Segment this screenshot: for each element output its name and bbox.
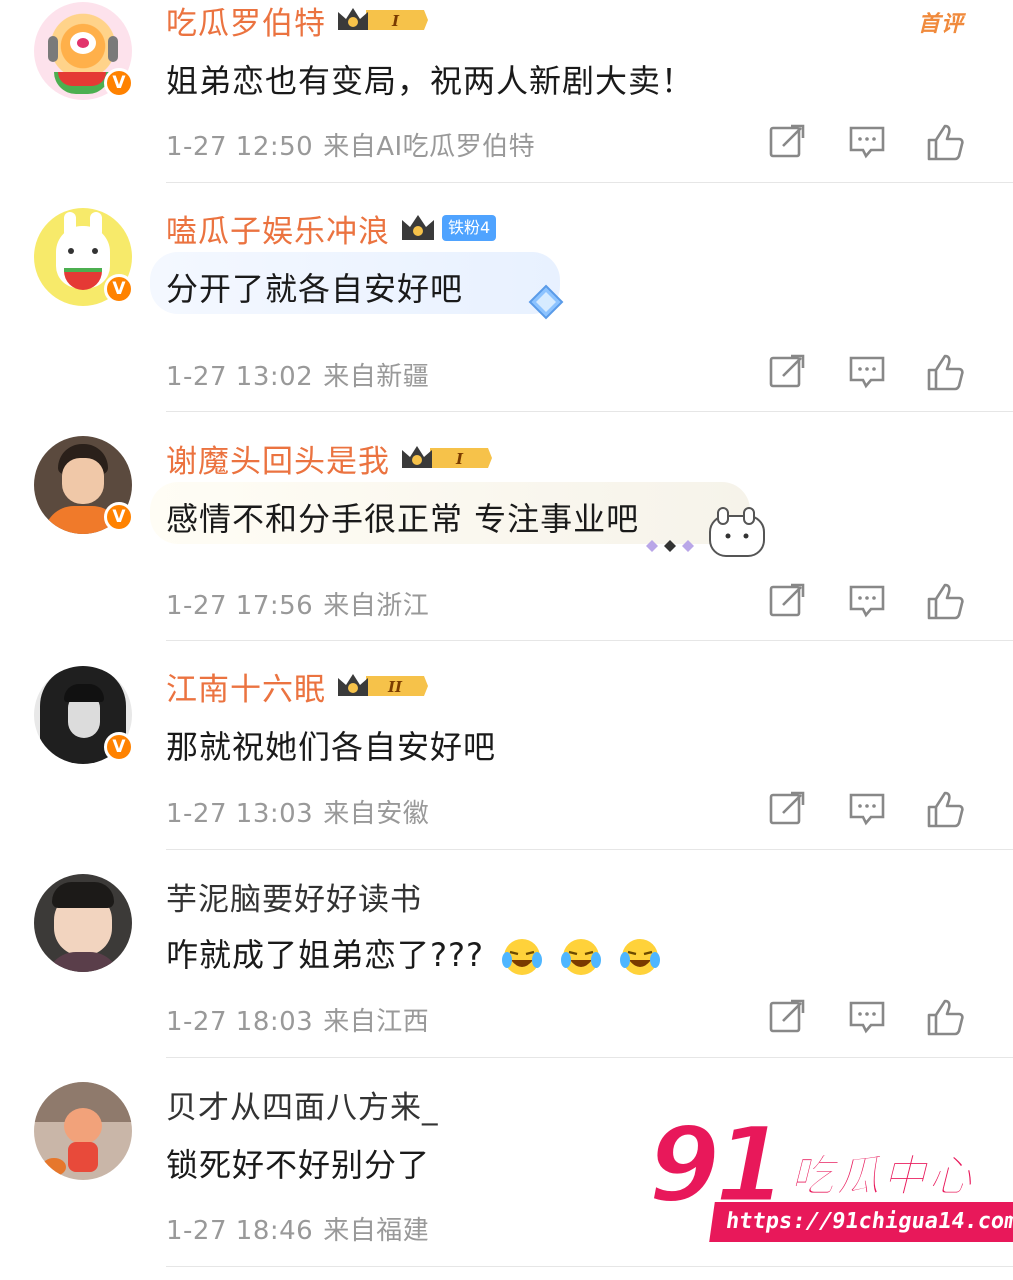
timestamp: 1-27 17:56 [166,591,314,621]
comment-icon[interactable] [847,352,887,392]
timestamp: 1-27 18:46 [166,1216,314,1246]
source-label: 来自安徽 [323,799,430,829]
level-badge-text: I [455,450,464,468]
comment-meta: 1-27 13:03 来自安徽 [166,793,429,830]
avatar[interactable] [34,1082,132,1180]
timestamp: 1-27 18:03 [166,1007,314,1037]
timestamp: 1-27 13:02 [166,362,314,392]
divider [166,640,1013,641]
comment-icon[interactable] [847,997,887,1037]
avatar[interactable]: V [34,2,134,100]
site-watermark: 91 吃瓜中心 https://91chigua14.com [647,1109,1013,1250]
comment-meta: 1-27 18:03 来自江西 [166,1001,429,1038]
comment-icon[interactable] [847,581,887,621]
avatar[interactable]: V [34,208,134,306]
username[interactable]: 谢魔头回头是我 [166,436,390,481]
crown-icon: II [336,670,428,702]
repost-icon[interactable] [767,122,807,162]
like-icon[interactable] [925,581,965,621]
comment-meta: 1-27 18:46 来自福建 [166,1210,429,1247]
comment-text: 锁死好不好别分了 [166,1146,431,1184]
verified-v-icon: V [104,274,134,304]
divider [166,411,1013,412]
avatar[interactable]: V [34,436,134,534]
like-icon[interactable] [925,789,965,829]
source-label: 来自福建 [323,1216,430,1246]
verified-v-icon: V [104,68,134,98]
timestamp: 1-27 12:50 [166,132,314,162]
crown-icon [400,212,436,244]
divider [166,1057,1013,1058]
comment-meta: 1-27 13:02 来自新疆 [166,356,429,393]
comment-text: 姐弟恋也有变局，祝两人新剧大卖！ [166,62,695,100]
repost-icon[interactable] [767,997,807,1037]
comment-text-content: 咋就成了姐弟恋了??? [166,936,484,974]
timestamp: 1-27 13:03 [166,799,314,829]
repost-icon[interactable] [767,581,807,621]
comment-text: 咋就成了姐弟恋了??? [166,930,661,978]
laugh-cry-emoji-icon [619,936,661,978]
source-label: 来自新疆 [323,362,430,392]
divider [166,849,1013,850]
source-label: 来自浙江 [323,591,430,621]
username[interactable]: 江南十六眠 [166,664,326,709]
avatar[interactable]: V [34,666,134,764]
repost-icon[interactable] [767,789,807,829]
comment-meta: 1-27 12:50 来自AI吃瓜罗伯特 [166,126,535,163]
avatar[interactable] [34,874,132,972]
like-icon[interactable] [925,122,965,162]
comment-text: 感情不和分手很正常 专注事业吧 [166,500,640,538]
level-badge-text: I [391,12,400,30]
top-comment-tag: 首评 [918,12,965,37]
comment-text: 分开了就各自安好吧 [166,270,464,308]
comment-icon[interactable] [847,789,887,829]
username[interactable]: 嗑瓜子娱乐冲浪 [166,206,390,251]
comment-icon[interactable] [847,122,887,162]
level-badge-text: II [387,678,403,696]
like-icon[interactable] [925,352,965,392]
repost-icon[interactable] [767,352,807,392]
crown-icon: I [400,442,492,474]
verified-v-icon: V [104,502,134,532]
watermark-name: 吃瓜中心 [790,1151,974,1203]
bunny-sticker-icon [640,506,768,566]
comment-text: 那就祝她们各自安好吧 [166,728,497,766]
like-icon[interactable] [925,997,965,1037]
username[interactable]: 吃瓜罗伯特 [166,0,326,43]
username[interactable]: 芋泥脑要好好读书 [166,874,422,919]
verified-v-icon: V [104,732,134,762]
laugh-cry-emoji-icon [501,936,543,978]
comment-meta: 1-27 17:56 来自浙江 [166,585,429,622]
laugh-cry-emoji-icon [560,936,602,978]
divider [166,1266,1013,1267]
source-label: 来自江西 [323,1007,430,1037]
source-label: 来自AI吃瓜罗伯特 [323,132,536,162]
crown-icon: I [336,4,428,36]
divider [166,182,1013,183]
fan-badge: 铁粉4 [442,215,497,241]
diamond-icon [524,282,568,326]
watermark-url: https://91chigua14.com [709,1202,1013,1242]
username[interactable]: 贝才从四面八方来_ [166,1082,439,1127]
